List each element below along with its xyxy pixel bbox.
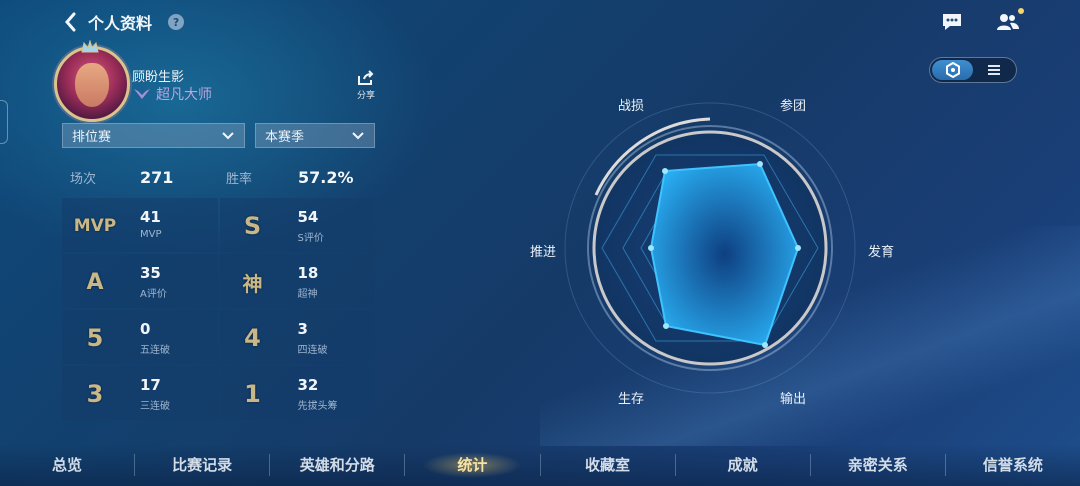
tab-overview[interactable]: 总览	[0, 444, 134, 486]
stats-grid: MVP 41 MVP S 54 S评价 A 35 A评价 神 18 超神 5 0…	[62, 198, 375, 420]
radar-chart: 战损 参团 发育 输出 生存 推进	[520, 85, 940, 415]
radar-view-button[interactable]	[932, 60, 973, 80]
stat-label: 超神	[297, 289, 318, 300]
penta-kill-icon: 5	[86, 324, 104, 352]
stat-label: MVP	[140, 229, 162, 240]
mode-dropdown-value: 排位赛	[72, 130, 112, 145]
share-icon	[358, 70, 374, 85]
page-title: 个人资料	[88, 14, 153, 33]
help-icon[interactable]: ?	[168, 14, 185, 30]
stat-label: 五连破	[140, 345, 170, 356]
stat-label: A评价	[140, 289, 167, 300]
chevron-down-icon	[222, 131, 234, 139]
chat-icon[interactable]	[940, 10, 964, 34]
stat-penta-kill: 5 0 五连破	[62, 310, 218, 364]
stat-value: 18	[297, 264, 319, 282]
radar-label-teamfight: 参团	[780, 99, 807, 114]
stat-s-rating: S 54 S评价	[219, 198, 375, 252]
notification-dot	[1018, 8, 1024, 14]
games-label: 场次	[70, 171, 97, 187]
winrate-value: 57.2%	[298, 167, 354, 187]
share-label: 分享	[356, 91, 375, 101]
stat-value: 3	[297, 320, 308, 338]
stat-value: 0	[140, 320, 151, 338]
hexagon-icon	[945, 62, 960, 78]
summary-row: 场次 271 胜率 57.2%	[62, 162, 375, 192]
tab-collection[interactable]: 收藏室	[541, 444, 675, 486]
tab-achievements[interactable]: 成就	[676, 444, 810, 486]
stat-quadra-kill: 4 3 四连破	[219, 310, 375, 364]
share-button[interactable]: 分享	[354, 70, 378, 101]
radar-label-damage-taken: 战损	[618, 99, 645, 114]
stat-label: S评价	[297, 233, 324, 244]
s-rating-icon: S	[243, 212, 262, 240]
stat-label: 三连破	[140, 401, 170, 412]
stat-value: 35	[140, 264, 161, 282]
view-toggle	[929, 57, 1017, 83]
stat-value: 32	[297, 376, 319, 394]
season-dropdown[interactable]: 本赛季	[255, 123, 375, 148]
list-icon	[987, 65, 1000, 75]
games-value: 271	[140, 167, 174, 187]
tab-relationships[interactable]: 亲密关系	[811, 444, 945, 486]
side-drawer-handle[interactable]	[0, 100, 8, 144]
tab-statistics[interactable]: 统计	[405, 444, 539, 486]
quadra-kill-icon: 4	[244, 324, 261, 352]
radar-label-push: 推进	[530, 245, 557, 260]
header: 个人资料 ?	[60, 8, 185, 36]
back-chevron-icon[interactable]	[60, 10, 80, 34]
rank-badge: 超凡大师	[132, 84, 212, 104]
legendary-icon: 神	[242, 271, 263, 296]
rank-label: 超凡大师	[156, 87, 212, 103]
first-blood-icon: 1	[244, 380, 261, 408]
radar-label-damage-output: 输出	[780, 392, 807, 407]
triple-kill-icon: 3	[86, 380, 104, 408]
radar-label-survival: 生存	[618, 392, 645, 407]
winrate-label: 胜率	[226, 171, 253, 187]
stat-legendary: 神 18 超神	[219, 254, 375, 308]
chevron-down-icon	[352, 131, 364, 139]
stat-value: 41	[140, 208, 161, 226]
stat-first-blood: 1 32 先拔头筹	[219, 366, 375, 420]
top-actions	[940, 8, 1024, 34]
stat-label: 四连破	[297, 345, 328, 356]
season-dropdown-value: 本赛季	[265, 130, 305, 145]
avatar-face	[75, 63, 109, 107]
radar-label-farming: 发育	[868, 245, 895, 260]
stat-value: 17	[140, 376, 161, 394]
avatar[interactable]	[54, 46, 130, 122]
bottom-nav: 总览 比赛记录 英雄和分路 统计 收藏室 成就 亲密关系 信誉系统	[0, 444, 1080, 486]
stat-a-rating: A 35 A评价	[62, 254, 218, 308]
a-rating-icon: A	[86, 269, 104, 295]
tab-reputation[interactable]: 信誉系统	[946, 444, 1080, 486]
stat-mvp: MVP 41 MVP	[62, 198, 218, 252]
player-name: 顾盼生影	[132, 70, 185, 85]
tab-heroes-lanes[interactable]: 英雄和分路	[270, 444, 404, 486]
mvp-icon: MVP	[73, 216, 117, 236]
stat-value: 54	[297, 208, 319, 226]
rank-wings-icon	[134, 89, 150, 99]
stat-label: 先拔头筹	[297, 401, 338, 412]
list-view-button[interactable]	[973, 60, 1014, 80]
tab-match-history[interactable]: 比赛记录	[135, 444, 269, 486]
friends-icon[interactable]	[996, 8, 1024, 34]
mode-dropdown[interactable]: 排位赛	[62, 123, 245, 148]
stat-triple-kill: 3 17 三连破	[62, 366, 218, 420]
avatar-crown-icon	[81, 40, 99, 53]
